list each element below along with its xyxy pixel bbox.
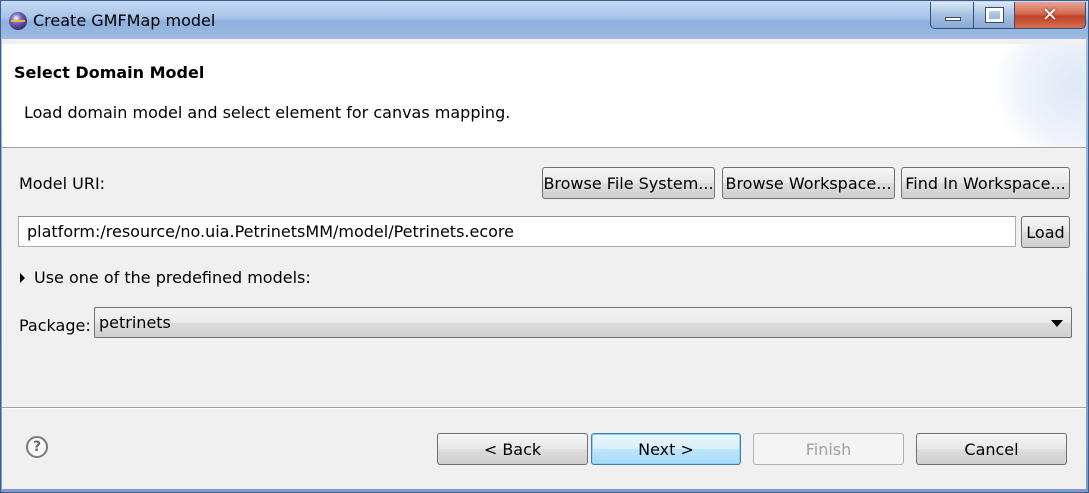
model-uri-input[interactable]: platform:/resource/no.uia.PetrinetsMM/mo… [18, 216, 1016, 247]
model-uri-label: Model URI: [19, 174, 106, 193]
minimize-button[interactable] [930, 2, 974, 29]
dropdown-arrow-icon [1051, 320, 1063, 327]
wizard-header: Select Domain Model Load domain model an… [2, 44, 1086, 148]
footer-separator [2, 407, 1086, 409]
minimize-icon [945, 17, 961, 21]
cancel-button[interactable]: Cancel [916, 433, 1067, 465]
load-button[interactable]: Load [1021, 216, 1070, 248]
expand-twisty-icon[interactable] [20, 273, 25, 283]
close-button[interactable]: ✕ [1014, 2, 1086, 29]
close-icon: ✕ [1042, 4, 1058, 26]
window-title: Create GMFMap model [33, 11, 216, 30]
package-label: Package: [19, 316, 91, 335]
dialog-content: Select Domain Model Load domain model an… [2, 39, 1086, 489]
finish-button: Finish [753, 433, 904, 465]
maximize-button[interactable] [973, 2, 1015, 29]
dialog-window: Create GMFMap model ✕ Select Domain Mode… [0, 0, 1089, 493]
maximize-icon [985, 7, 1004, 23]
page-title: Select Domain Model [14, 63, 205, 82]
find-in-workspace-button[interactable]: Find In Workspace... [901, 167, 1070, 199]
browse-workspace-button[interactable]: Browse Workspace... [722, 167, 895, 199]
back-button[interactable]: < Back [437, 433, 588, 465]
next-button[interactable]: Next > [591, 433, 741, 465]
package-selected-value: petrinets [99, 313, 171, 332]
browse-file-system-button[interactable]: Browse File System... [542, 167, 715, 199]
page-description: Load domain model and select element for… [24, 103, 511, 122]
header-banner-graphic [986, 44, 1086, 147]
title-bar[interactable]: Create GMFMap model ✕ [1, 1, 1088, 39]
eclipse-icon [9, 12, 27, 30]
package-select[interactable]: petrinets [94, 307, 1072, 338]
help-icon[interactable]: ? [26, 436, 48, 458]
predefined-models-toggle[interactable]: Use one of the predefined models: [34, 268, 311, 287]
